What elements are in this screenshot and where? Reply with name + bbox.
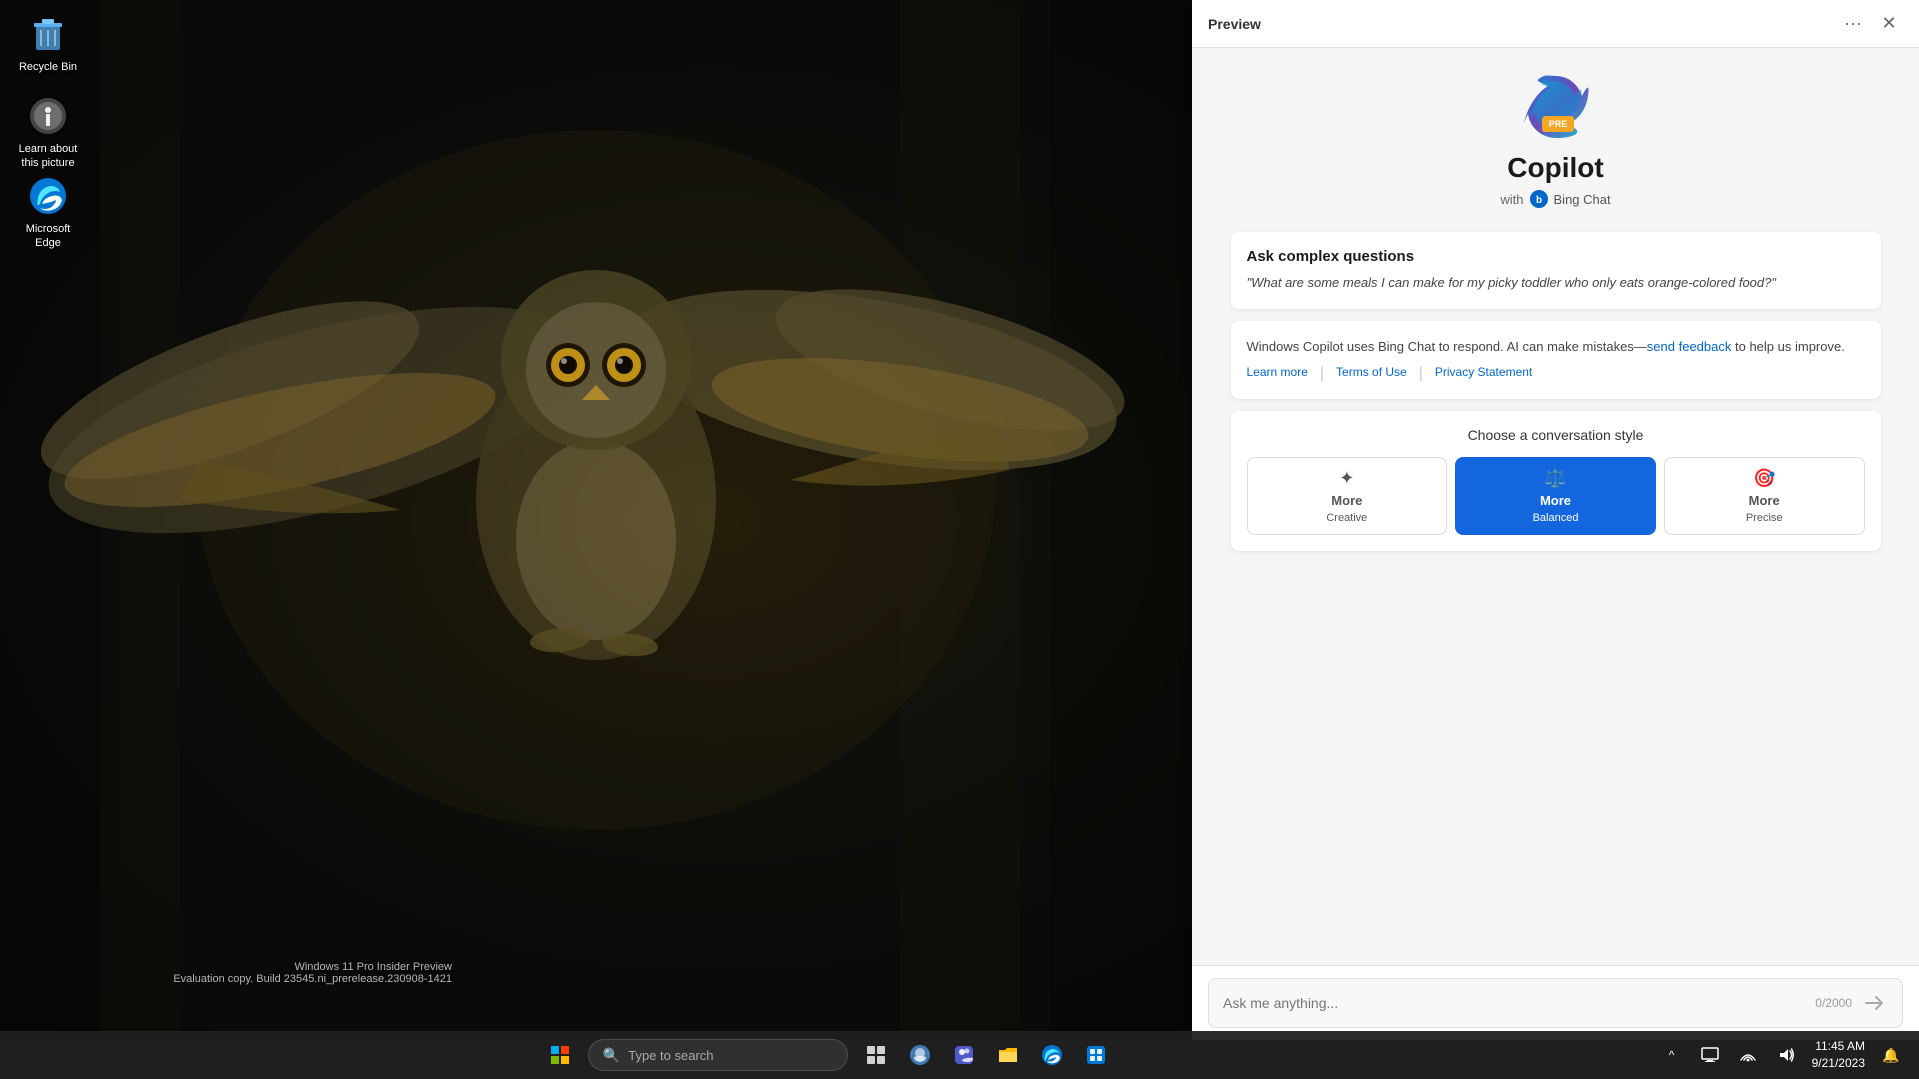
edge-image <box>26 174 70 218</box>
copilot-panel: Preview ··· ✕ <box>1192 0 1919 1040</box>
bing-chat-label: Bing Chat <box>1554 192 1611 207</box>
chat-input-field[interactable] <box>1223 995 1815 1011</box>
more-precise-button[interactable]: 🎯 More Precise <box>1664 457 1865 535</box>
wallpaper-image <box>0 0 1192 1040</box>
conversation-style-title: Choose a conversation style <box>1247 427 1865 443</box>
card-text: "What are some meals I can make for my p… <box>1247 273 1865 293</box>
copilot-logo: PRE <box>1520 68 1592 140</box>
feedback-card: Windows Copilot uses Bing Chat to respon… <box>1231 321 1881 400</box>
panel-controls: ··· ✕ <box>1839 10 1903 38</box>
store-button[interactable] <box>1076 1035 1116 1075</box>
speaker-icon[interactable] <box>1770 1039 1802 1071</box>
learn-more-link[interactable]: Learn more <box>1247 365 1308 383</box>
input-area: 0/2000 <box>1192 965 1919 1040</box>
creative-label-main: More <box>1331 493 1362 508</box>
desktop-wallpaper: Recycle Bin Learn about this picture Mic… <box>0 0 1192 1040</box>
bing-icon: b <box>1530 190 1548 208</box>
recycle-bin-label: Recycle Bin <box>19 60 77 74</box>
start-button[interactable] <box>540 1035 580 1075</box>
precise-icon: 🎯 <box>1753 468 1775 489</box>
ms-edge-label: Microsoft Edge <box>12 222 84 251</box>
search-placeholder: Type to search <box>628 1048 713 1063</box>
learn-about-image <box>26 94 70 138</box>
show-hidden-icons-button[interactable]: ^ <box>1656 1039 1688 1071</box>
conversation-style-card: Choose a conversation style ✦ More Creat… <box>1231 411 1881 551</box>
system-clock[interactable]: 11:45 AM 9/21/2023 <box>1808 1038 1869 1072</box>
panel-header: Preview ··· ✕ <box>1192 0 1919 48</box>
taskbar: 🔍 Type to search <box>0 1031 1919 1079</box>
style-buttons-group: ✦ More Creative ⚖️ More Balanced 🎯 More … <box>1247 457 1865 535</box>
footer-links: Learn more | Terms of Use | Privacy Stat… <box>1247 365 1865 383</box>
send-button[interactable] <box>1860 989 1888 1017</box>
learn-about-picture-icon[interactable]: Learn about this picture <box>8 90 88 175</box>
char-count: 0/2000 <box>1815 996 1852 1010</box>
balanced-label-sub: Balanced <box>1533 512 1579 524</box>
card-title: Ask complex questions <box>1247 248 1865 265</box>
privacy-statement-link[interactable]: Privacy Statement <box>1435 365 1532 383</box>
copilot-app-name: Copilot <box>1507 152 1603 184</box>
more-options-button[interactable]: ··· <box>1839 10 1867 38</box>
microsoft-edge-icon[interactable]: Microsoft Edge <box>8 170 88 255</box>
creative-label-sub: Creative <box>1326 512 1367 524</box>
notification-icon[interactable]: 🔔 <box>1875 1039 1907 1071</box>
chat-input-wrapper: 0/2000 <box>1208 978 1903 1028</box>
network-icon[interactable] <box>1732 1039 1764 1071</box>
card-quote: "What are some meals I can make for my p… <box>1247 275 1776 290</box>
send-feedback-link[interactable]: send feedback <box>1647 339 1732 354</box>
subtitle-with: with <box>1500 192 1523 207</box>
feedback-text: Windows Copilot uses Bing Chat to respon… <box>1247 337 1865 358</box>
taskbar-center-icons: 🔍 Type to search <box>0 1035 1656 1075</box>
copilot-logo-area: PRE Copilot with b Bing Chat <box>1500 68 1610 208</box>
svg-text:PRE: PRE <box>1548 119 1567 129</box>
clock-time: 11:45 AM <box>1815 1038 1865 1055</box>
more-balanced-button[interactable]: ⚖️ More Balanced <box>1455 457 1656 535</box>
recycle-bin-image <box>26 12 70 56</box>
watermark: Windows 11 Pro Insider Preview Evaluatio… <box>173 961 452 985</box>
learn-about-label: Learn about this picture <box>12 142 84 171</box>
precise-label-main: More <box>1749 493 1780 508</box>
panel-title: Preview <box>1208 16 1261 32</box>
recycle-bin-icon[interactable]: Recycle Bin <box>8 8 88 78</box>
search-icon: 🔍 <box>603 1047 620 1064</box>
precise-label-sub: Precise <box>1746 512 1783 524</box>
ask-complex-questions-card: Ask complex questions "What are some mea… <box>1231 232 1881 309</box>
widgets-button[interactable] <box>900 1035 940 1075</box>
terms-of-use-link[interactable]: Terms of Use <box>1336 365 1407 383</box>
system-tray: ^ 11:45 AM 9/21/2023 <box>1656 1038 1919 1072</box>
teams-button[interactable] <box>944 1035 984 1075</box>
close-button[interactable]: ✕ <box>1875 10 1903 38</box>
creative-icon: ✦ <box>1339 468 1354 489</box>
edge-taskbar-button[interactable] <box>1032 1035 1072 1075</box>
panel-body: PRE Copilot with b Bing Chat Ask complex… <box>1192 48 1919 965</box>
clock-date: 9/21/2023 <box>1812 1055 1865 1072</box>
balanced-icon: ⚖️ <box>1544 468 1566 489</box>
more-creative-button[interactable]: ✦ More Creative <box>1247 457 1448 535</box>
svg-text:b: b <box>1535 195 1541 206</box>
balanced-label-main: More <box>1540 493 1571 508</box>
task-view-button[interactable] <box>856 1035 896 1075</box>
display-icon[interactable] <box>1694 1039 1726 1071</box>
taskbar-search[interactable]: 🔍 Type to search <box>588 1039 848 1071</box>
file-explorer-button[interactable] <box>988 1035 1028 1075</box>
copilot-subtitle: with b Bing Chat <box>1500 190 1610 208</box>
